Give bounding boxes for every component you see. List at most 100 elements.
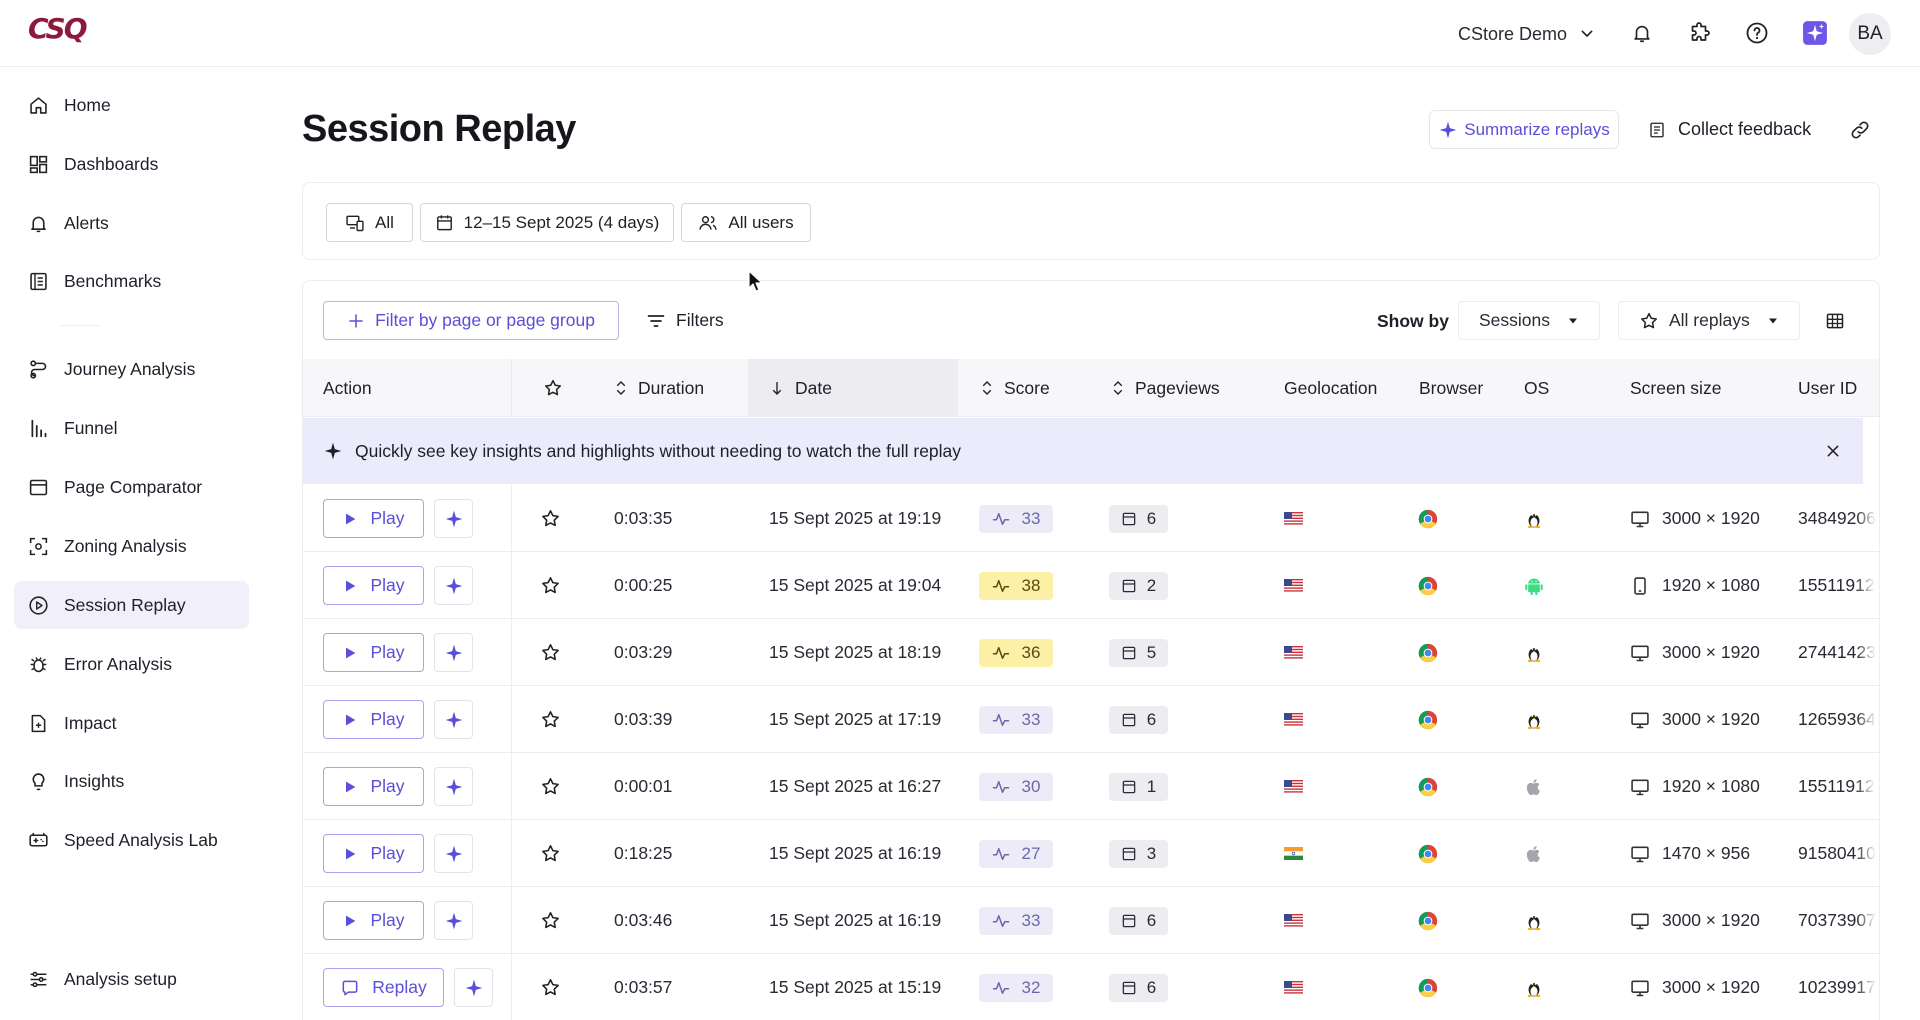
workspace-selector[interactable]: CStore Demo <box>1458 20 1595 48</box>
integrations-puzzle-icon[interactable] <box>1686 19 1714 47</box>
app-logo[interactable]: CSQ <box>28 12 94 46</box>
table-row[interactable]: Play 0:03:35 15 Sept 2025 at 19:19 33 6 … <box>303 485 1879 552</box>
play-button[interactable]: Play <box>323 901 424 940</box>
device-filter-chip[interactable]: All <box>326 203 413 242</box>
play-icon <box>342 712 358 728</box>
play-button[interactable]: Play <box>323 767 424 806</box>
column-header-user-id: User ID <box>1798 359 1857 417</box>
chrome-icon <box>1418 509 1438 529</box>
score-badge: 33 <box>979 907 1053 935</box>
copy-link-icon[interactable] <box>1846 116 1874 144</box>
ai-summary-button[interactable] <box>434 566 473 605</box>
table-row[interactable]: Play 0:03:46 15 Sept 2025 at 16:19 33 6 … <box>303 887 1879 954</box>
sidebar-item-label: Impact <box>64 712 117 733</box>
favorite-star-icon[interactable] <box>540 753 561 820</box>
table-row[interactable]: Play 0:18:25 15 Sept 2025 at 16:19 27 3 … <box>303 820 1879 887</box>
column-header-score[interactable]: Score <box>980 359 1050 417</box>
favorite-star-icon[interactable] <box>540 820 561 887</box>
date-range-chip[interactable]: 12–15 Sept 2025 (4 days) <box>420 203 674 242</box>
show-by-select[interactable]: Sessions <box>1458 301 1600 340</box>
column-header-date[interactable]: Date <box>769 359 832 417</box>
sidebar-item-journey-analysis[interactable]: Journey Analysis <box>14 345 249 393</box>
replays-filter-select[interactable]: All replays <box>1618 301 1800 340</box>
sidebar-item-benchmarks[interactable]: Benchmarks <box>14 257 249 305</box>
duration-cell: 0:00:25 <box>614 575 673 595</box>
score-badge: 33 <box>979 505 1053 533</box>
filter-by-page-button[interactable]: Filter by page or page group <box>323 301 619 340</box>
column-divider <box>511 686 512 753</box>
play-button[interactable]: Play <box>323 700 424 739</box>
banner-text: Quickly see key insights and highlights … <box>355 440 962 461</box>
filter-by-page-label: Filter by page or page group <box>375 310 595 330</box>
column-header-pageviews[interactable]: Pageviews <box>1111 359 1220 417</box>
ai-summary-button[interactable] <box>434 633 473 672</box>
sidebar-item-alerts[interactable]: Alerts <box>14 199 249 247</box>
screen-size-cell: 1920 × 1080 <box>1630 552 1760 619</box>
column-header-duration[interactable]: Duration <box>614 359 704 417</box>
score-badge: 32 <box>979 974 1053 1002</box>
favorite-star-icon[interactable] <box>540 887 561 954</box>
desktop-monitor-icon <box>1630 643 1650 663</box>
collect-feedback-button[interactable]: Collect feedback <box>1648 110 1811 149</box>
pageviews-badge: 6 <box>1109 505 1168 533</box>
play-button[interactable]: Play <box>323 566 424 605</box>
play-button[interactable]: Play <box>323 834 424 873</box>
replay-button[interactable]: Replay <box>323 968 444 1007</box>
notifications-bell-icon[interactable] <box>1628 19 1656 47</box>
favorite-star-icon[interactable] <box>540 552 561 619</box>
table-row[interactable]: Replay 0:03:57 15 Sept 2025 at 15:19 32 … <box>303 954 1879 1020</box>
ai-summary-button[interactable] <box>434 834 473 873</box>
sidebar-item-analysis-setup[interactable]: Analysis setup <box>14 955 249 1003</box>
close-icon[interactable] <box>1821 439 1845 463</box>
columns-grid-icon[interactable] <box>1821 307 1849 335</box>
play-icon <box>342 779 358 795</box>
ai-summary-button[interactable] <box>434 499 473 538</box>
sparkle-icon <box>1438 120 1458 140</box>
pageviews-value: 6 <box>1146 978 1157 997</box>
insights-banner: Quickly see key insights and highlights … <box>303 418 1863 484</box>
summarize-replays-button[interactable]: Summarize replays <box>1429 110 1619 149</box>
ai-summary-button[interactable] <box>434 700 473 739</box>
favorite-star-icon[interactable] <box>540 485 561 552</box>
play-button[interactable]: Play <box>323 633 424 672</box>
screen-size-cell: 1470 × 956 <box>1630 820 1750 887</box>
table-row[interactable]: Play 0:03:29 15 Sept 2025 at 18:19 36 5 … <box>303 619 1879 686</box>
column-label: Score <box>1004 377 1050 398</box>
favorite-star-icon[interactable] <box>540 686 561 753</box>
page-icon <box>1121 846 1137 862</box>
sidebar-item-impact[interactable]: Impact <box>14 699 249 747</box>
column-label: Pageviews <box>1135 377 1220 398</box>
users-filter-chip[interactable]: All users <box>681 203 811 242</box>
sidebar-item-page-comparator[interactable]: Page Comparator <box>14 463 249 511</box>
sidebar-item-insights[interactable]: Insights <box>14 757 249 805</box>
sidebar-item-home[interactable]: Home <box>14 81 249 129</box>
column-header-favorite[interactable] <box>543 359 563 417</box>
desktop-monitor-icon <box>1630 710 1650 730</box>
column-header-os: OS <box>1524 359 1549 417</box>
devices-icon <box>346 215 364 231</box>
ai-summary-button[interactable] <box>434 767 473 806</box>
filters-button[interactable]: Filters <box>646 301 724 340</box>
favorite-star-icon[interactable] <box>540 619 561 686</box>
table-row[interactable]: Play 0:03:39 15 Sept 2025 at 17:19 33 6 … <box>303 686 1879 753</box>
sidebar-item-speed-analysis-lab[interactable]: Speed Analysis Lab <box>14 816 249 864</box>
table-row[interactable]: Play 0:00:25 15 Sept 2025 at 19:04 38 2 … <box>303 552 1879 619</box>
play-button[interactable]: Play <box>323 499 424 538</box>
sidebar-item-funnel[interactable]: Funnel <box>14 404 249 452</box>
favorite-star-icon[interactable] <box>540 954 561 1020</box>
sidebar-item-error-analysis[interactable]: Error Analysis <box>14 640 249 688</box>
ai-summary-button[interactable] <box>454 968 493 1007</box>
sidebar-item-zoning-analysis[interactable]: Zoning Analysis <box>14 522 249 570</box>
table-row[interactable]: Play 0:00:01 15 Sept 2025 at 16:27 30 1 … <box>303 753 1879 820</box>
ai-assistant-icon[interactable] <box>1801 19 1829 47</box>
apple-icon <box>1524 776 1544 798</box>
sidebar-item-label: Alerts <box>64 212 109 233</box>
sidebar-item-session-replay[interactable]: Session Replay <box>14 581 249 629</box>
user-avatar[interactable]: BA <box>1849 13 1891 55</box>
sidebar-item-dashboards[interactable]: Dashboards <box>14 140 249 188</box>
user-id-cell: 15511912 <box>1798 552 1878 619</box>
sparkle-icon <box>444 643 464 663</box>
help-icon[interactable] <box>1743 19 1771 47</box>
ai-summary-button[interactable] <box>434 901 473 940</box>
score-value: 36 <box>1021 643 1041 662</box>
